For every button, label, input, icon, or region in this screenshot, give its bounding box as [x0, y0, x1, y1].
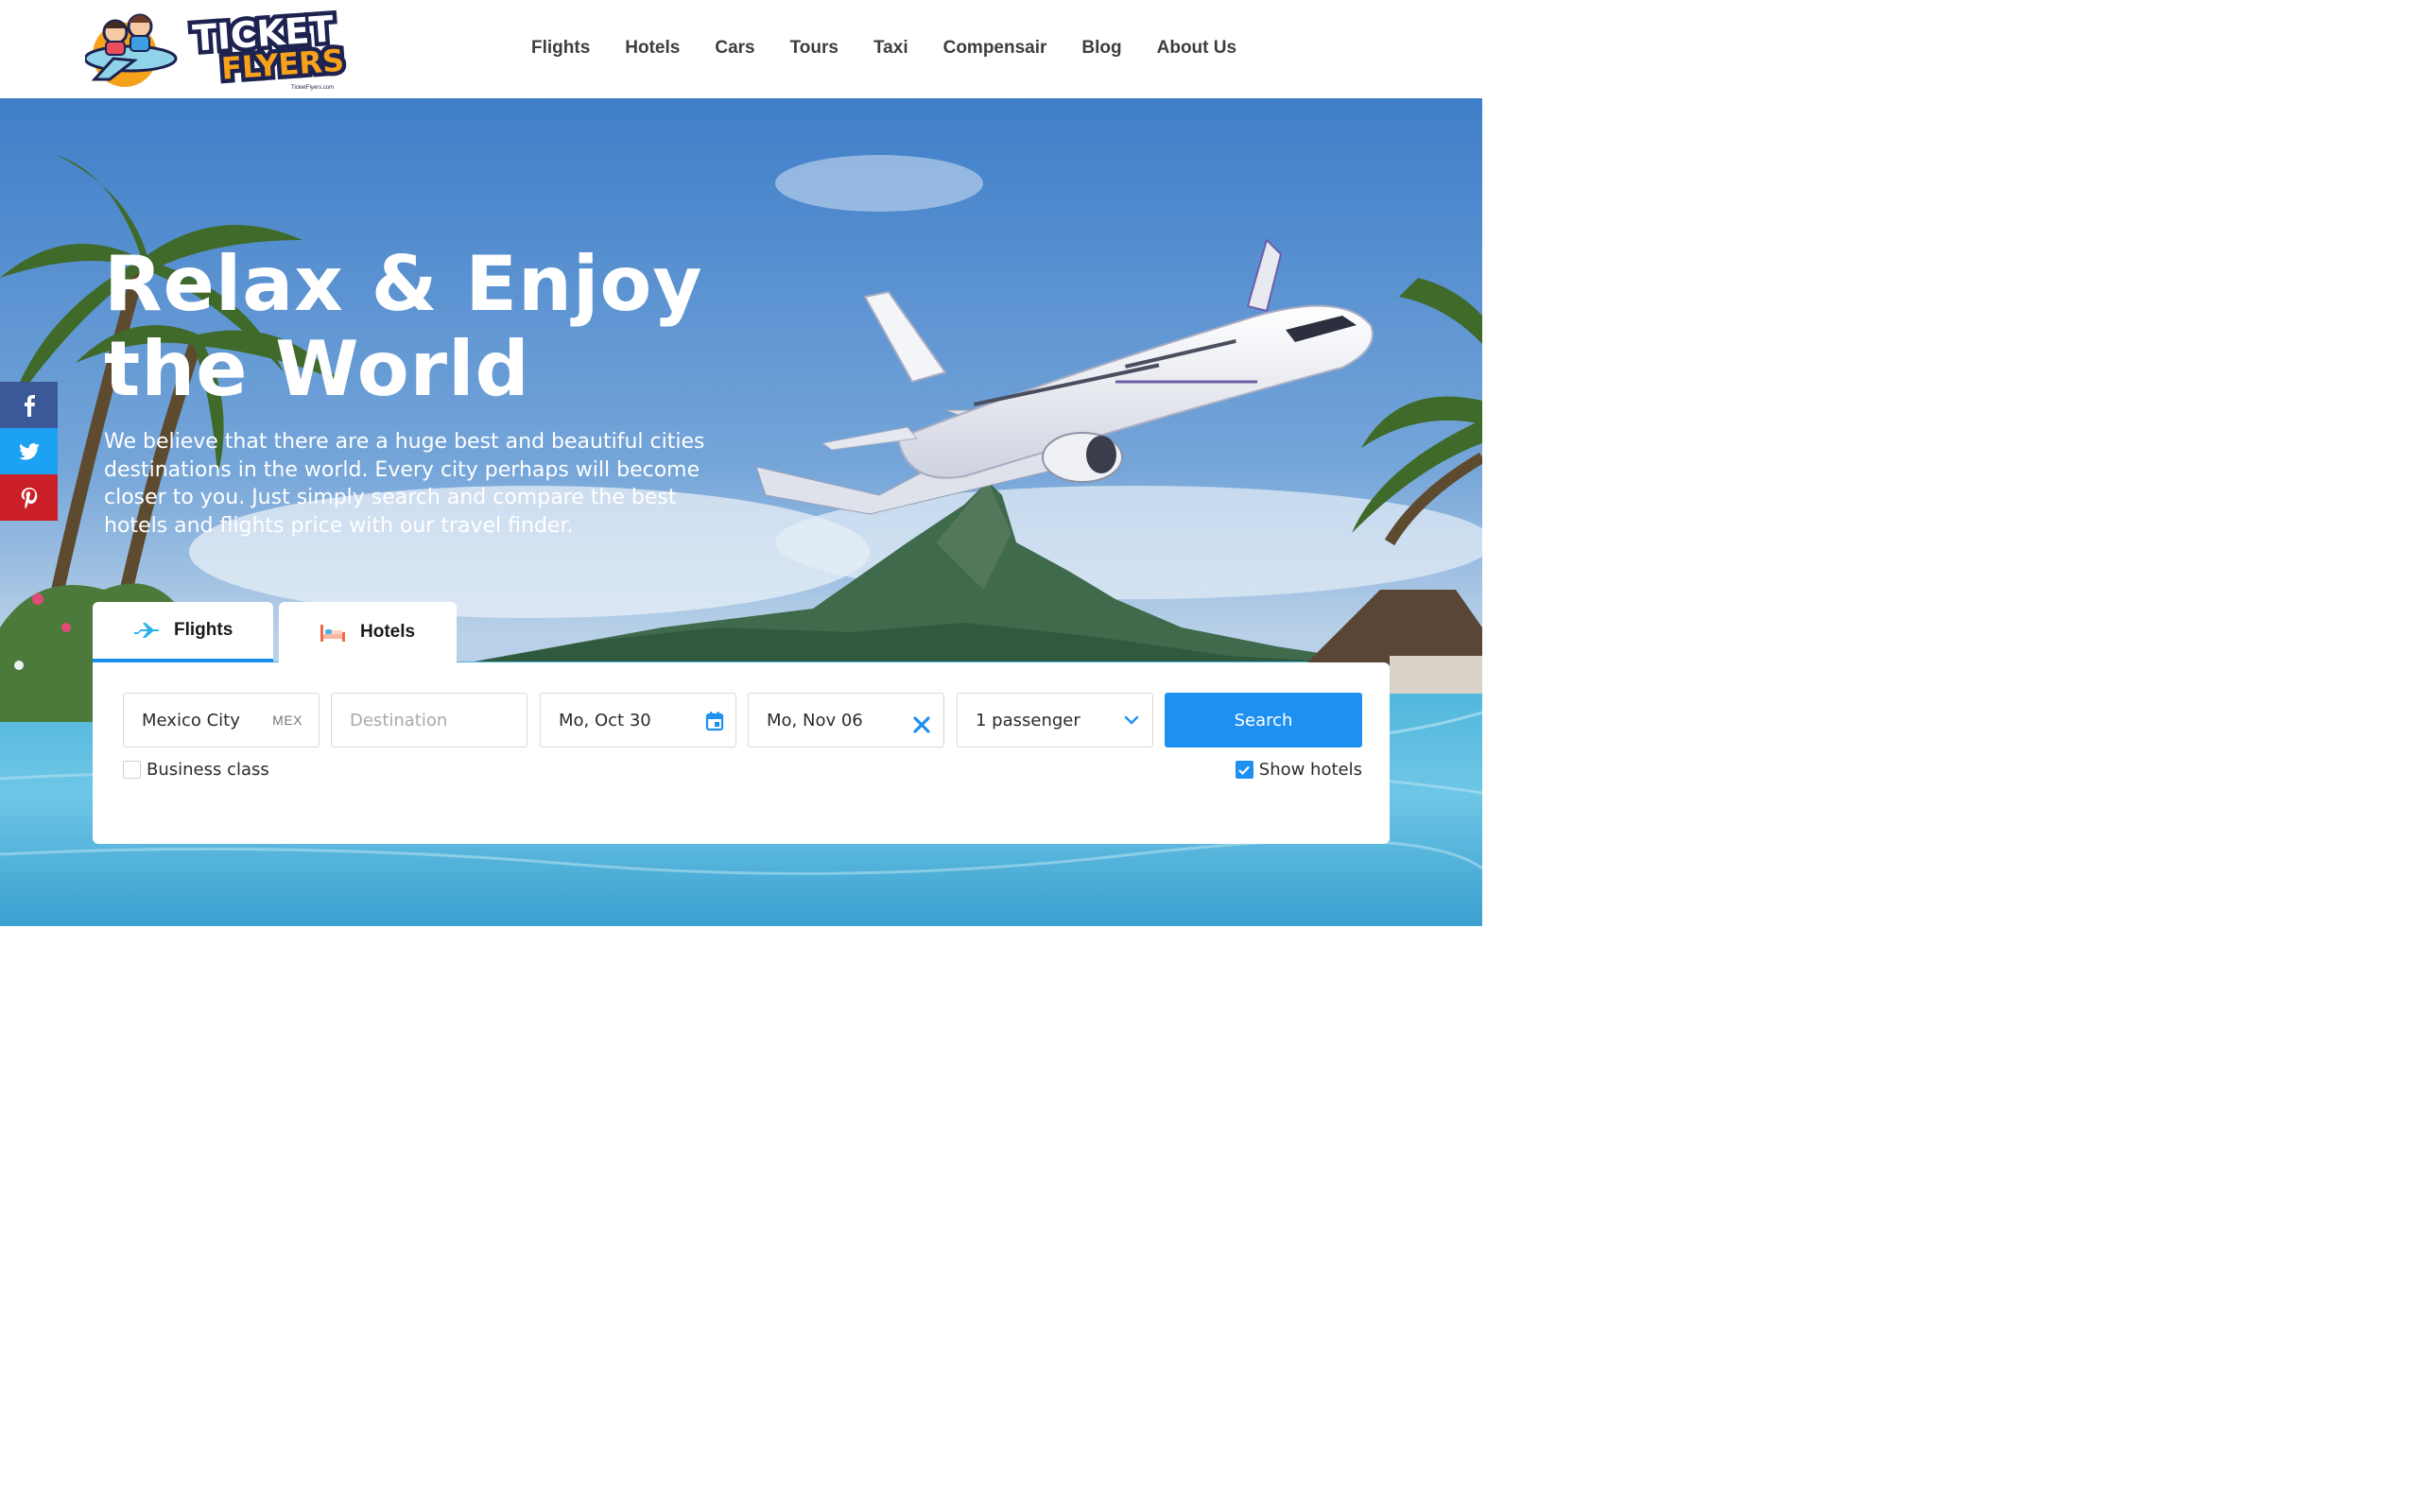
nav-flights[interactable]: Flights [531, 36, 590, 60]
show-hotels-checkbox[interactable]: Show hotels [1235, 760, 1362, 780]
nav-compensair[interactable]: Compensair [943, 36, 1047, 60]
svg-text:FLYERS: FLYERS [220, 43, 345, 87]
tab-flights-label: Flights [174, 620, 233, 640]
origin-value: Mexico City [142, 710, 240, 730]
depart-date-input[interactable]: Mo, Oct 30 [540, 693, 736, 747]
tab-hotels[interactable]: Hotels [279, 602, 457, 662]
twitter-icon [18, 442, 40, 460]
site-header: TICKET FLYERS TicketFlyers.com Flights H… [0, 0, 1482, 98]
ticketflyers-logo[interactable]: TICKET FLYERS TicketFlyers.com [83, 4, 350, 93]
twitter-share-button[interactable] [0, 428, 58, 474]
hero-title-line-1: Relax & Enjoy [104, 240, 703, 328]
return-date-value: Mo, Nov 06 [767, 710, 863, 730]
destination-placeholder: Destination [350, 710, 448, 730]
nav-taxi[interactable]: Taxi [873, 36, 908, 60]
origin-iata-code: MEX [272, 713, 302, 728]
airplane-icon [134, 623, 160, 638]
facebook-share-button[interactable] [0, 382, 58, 428]
calendar-icon[interactable] [705, 711, 724, 731]
origin-input[interactable]: Mexico City MEX [123, 693, 320, 747]
show-hotels-label: Show hotels [1258, 760, 1362, 780]
checkmark-icon [1238, 765, 1251, 775]
nav-cars[interactable]: Cars [715, 36, 754, 60]
nav-hotels[interactable]: Hotels [625, 36, 680, 60]
facebook-icon [24, 394, 35, 417]
logo-domain: TicketFlyers.com [291, 85, 334, 91]
passengers-select[interactable]: 1 passenger [957, 693, 1153, 747]
pinterest-icon [21, 487, 37, 508]
business-class-label: Business class [147, 760, 269, 780]
social-share-bar [0, 382, 58, 521]
business-class-checkbox[interactable]: Business class [123, 760, 269, 780]
business-class-box[interactable] [123, 761, 141, 779]
nav-about-us[interactable]: About Us [1157, 36, 1236, 60]
search-button[interactable]: Search [1165, 693, 1362, 747]
main-nav: Flights Hotels Cars Tours Taxi Compensai… [531, 36, 1236, 60]
hero-title-line-2: the World [104, 325, 530, 413]
clear-return-date-icon[interactable] [911, 714, 932, 735]
hero-title: Relax & Enjoy the World [104, 242, 822, 412]
nav-blog[interactable]: Blog [1081, 36, 1121, 60]
hero-subtitle: We believe that there are a huge best an… [104, 430, 705, 538]
tab-hotels-label: Hotels [360, 622, 416, 642]
chevron-down-icon [1124, 715, 1139, 725]
flight-search-panel: Mexico City MEX Destination Mo, Oct 30 M… [93, 662, 1390, 844]
pinterest-share-button[interactable] [0, 474, 58, 521]
passengers-value: 1 passenger [976, 710, 1080, 730]
return-date-input[interactable]: Mo, Nov 06 [748, 693, 944, 747]
bed-icon [320, 625, 345, 642]
depart-date-value: Mo, Oct 30 [559, 710, 651, 730]
nav-tours[interactable]: Tours [790, 36, 838, 60]
destination-input[interactable]: Destination [331, 693, 527, 747]
tab-flights[interactable]: Flights [93, 602, 273, 662]
show-hotels-box[interactable] [1235, 761, 1253, 779]
